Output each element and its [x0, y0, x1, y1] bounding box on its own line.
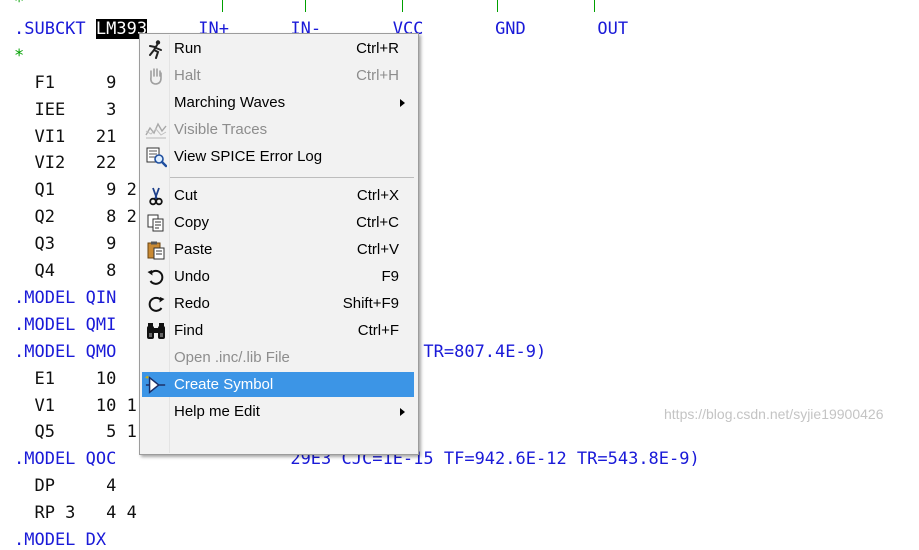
directive-line: .MODEL DX: [14, 530, 107, 550]
menu-item-label: Create Symbol: [174, 376, 274, 393]
menu-item-halt: Halt Ctrl+H: [142, 63, 414, 88]
menu-item-shortcut: Ctrl+H: [356, 67, 399, 84]
netlist-line: RP 3 4 4: [14, 503, 137, 524]
traces-icon: [145, 119, 167, 141]
netlist-line: E1 10: [14, 368, 117, 389]
menu-item-label: Open .inc/.lib File: [174, 349, 290, 366]
menu-item-shortcut: Ctrl+F: [357, 322, 399, 339]
menu-item-label: Find: [174, 322, 204, 339]
menu-item-label: Help me Edit: [174, 403, 260, 420]
netlist-line: Q1 9 2: [14, 180, 137, 201]
subckt-keyword: .SUBCKT: [14, 18, 96, 39]
menu-item-label: Copy: [174, 214, 210, 231]
netlist-line: Q5 5 1: [14, 422, 137, 443]
menu-item-cut[interactable]: Cut Ctrl+X: [142, 183, 414, 208]
menu-item-visible-traces: Visible Traces: [142, 117, 414, 142]
menu-item-label: Marching Waves: [174, 94, 286, 111]
menu-item-shortcut: Ctrl+R: [356, 40, 399, 57]
netlist-line: VI2 22: [14, 153, 117, 174]
binoculars-icon: [145, 320, 167, 342]
menu-item-label: Visible Traces: [174, 121, 268, 138]
menu-separator: [170, 177, 414, 178]
halt-hand-icon: [145, 65, 167, 87]
netlist-line: VI1 21: [14, 126, 117, 147]
menu-item-shortcut: Shift+F9: [342, 295, 399, 312]
undo-icon: [145, 266, 167, 288]
netlist-line: F1 9: [14, 72, 117, 93]
menu-icon-slot: [145, 401, 167, 423]
menu-item-undo[interactable]: Undo F9: [142, 264, 414, 289]
redo-icon: [145, 293, 167, 315]
pin-marker: [305, 0, 306, 12]
menu-item-copy[interactable]: Copy Ctrl+C: [142, 210, 414, 235]
scissors-icon: [145, 185, 167, 207]
menu-item-label: Run: [174, 40, 202, 57]
netlist-line: Q2 8 2: [14, 207, 137, 228]
watermark: https://blog.csdn.net/syjie19900426: [664, 406, 884, 422]
menu-icon-slot: [145, 347, 167, 369]
menu-item-open-inc-lib: Open .inc/.lib File: [142, 345, 414, 370]
paste-icon: [145, 239, 167, 261]
menu-item-help-me-edit[interactable]: Help me Edit: [142, 399, 414, 424]
submenu-arrow-icon: [400, 408, 405, 416]
menu-item-shortcut: Ctrl+V: [356, 241, 399, 258]
menu-item-shortcut: Ctrl+X: [356, 187, 399, 204]
menu-item-label: Undo: [174, 268, 210, 285]
menu-item-redo[interactable]: Redo Shift+F9: [142, 291, 414, 316]
comment-line: *: [14, 0, 25, 12]
menu-item-label: View SPICE Error Log: [174, 148, 323, 165]
netlist-line: DP 4: [14, 476, 117, 497]
submenu-arrow-icon: [400, 99, 405, 107]
menu-item-create-symbol[interactable]: Create Symbol: [142, 372, 414, 397]
menu-item-shortcut: F9: [381, 268, 399, 285]
netlist-line: Q3 9: [14, 234, 117, 255]
menu-item-label: Redo: [174, 295, 210, 312]
pin-marker: [402, 0, 403, 12]
netlist-editor[interactable]: * .SUBCKT LM393 IN+ IN- VCC GND OUT * F1 9…: [0, 0, 919, 550]
pin-marker: [594, 0, 595, 12]
menu-item-run[interactable]: Run Ctrl+R: [142, 36, 414, 61]
error-log-icon: [145, 146, 167, 168]
context-menu: Run Ctrl+R Halt Ctrl+H Marching Waves Visib…: [139, 33, 419, 455]
menu-item-label: Paste: [174, 241, 213, 258]
netlist-line: V1 10 1: [14, 395, 137, 416]
copy-icon: [145, 212, 167, 234]
create-symbol-icon: [145, 374, 167, 396]
menu-item-label: Cut: [174, 187, 198, 204]
netlist-line: Q4 8: [14, 261, 117, 281]
menu-item-label: Halt: [174, 67, 201, 84]
comment-line: *: [14, 45, 25, 66]
menu-icon-slot: [145, 92, 167, 114]
pin-marker: [222, 0, 223, 12]
pin-marker: [497, 0, 498, 12]
menu-item-view-spice-error-log[interactable]: View SPICE Error Log: [142, 144, 414, 169]
netlist-line: IEE 3: [14, 99, 117, 120]
menu-item-find[interactable]: Find Ctrl+F: [142, 318, 414, 343]
run-icon: [145, 38, 167, 60]
menu-item-shortcut: Ctrl+C: [356, 214, 399, 231]
menu-item-paste[interactable]: Paste Ctrl+V: [142, 237, 414, 262]
menu-item-marching-waves[interactable]: Marching Waves: [142, 90, 414, 115]
